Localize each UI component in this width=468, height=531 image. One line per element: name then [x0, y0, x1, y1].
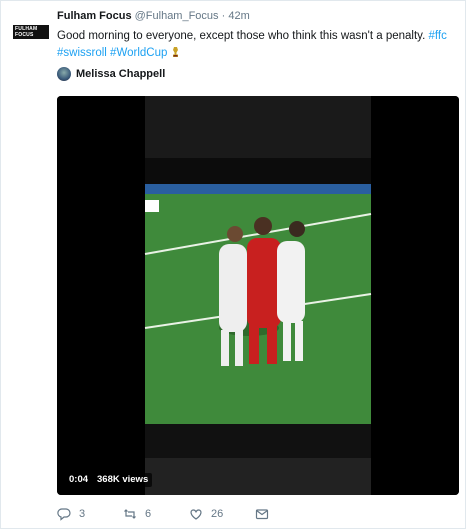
hashtag-worldcup[interactable]: #WorldCup [110, 47, 167, 59]
tweet-actions: 3 6 26 [57, 507, 269, 521]
reply-icon [57, 508, 71, 521]
mentioned-user-name: Melissa Chappell [76, 68, 166, 80]
tweet-body-text: Good morning to everyone, except those w… [57, 30, 426, 42]
video-duration-badge: 0:04 [65, 473, 93, 487]
retweet-icon [124, 509, 136, 519]
hashtag-ffc[interactable]: #ffc [428, 30, 446, 42]
header-separator: · [221, 10, 226, 22]
like-button[interactable]: 26 [189, 507, 255, 521]
reply-count: 3 [79, 508, 86, 520]
avatar-logo-text: FULHAM FOCUS [13, 25, 49, 39]
author-handle[interactable]: @Fulham_Focus [135, 10, 219, 22]
direct-message-button[interactable] [255, 507, 269, 521]
video-player[interactable]: 0:04 368K views [57, 96, 459, 495]
mentioned-user[interactable]: Melissa Chappell [57, 67, 165, 81]
tweet-card[interactable]: FULHAM FOCUS Fulham Focus @Fulham_Focus … [0, 0, 466, 529]
retweet-count: 6 [145, 508, 152, 520]
tweet-timestamp[interactable]: 42m [228, 10, 249, 22]
video-frame [57, 96, 459, 495]
author-name[interactable]: Fulham Focus [57, 10, 132, 22]
retweet-button[interactable]: 6 [123, 507, 189, 521]
heart-icon [190, 509, 202, 520]
reply-button[interactable]: 3 [57, 507, 123, 521]
author-avatar[interactable]: FULHAM FOCUS [13, 25, 49, 39]
mentioned-user-avatar [57, 67, 71, 81]
world-cup-trophy-icon [172, 47, 178, 57]
envelope-icon [255, 509, 269, 520]
tweet-text: Good morning to everyone, except those w… [57, 28, 457, 62]
tweet-header: Fulham Focus @Fulham_Focus · 42m [57, 10, 250, 22]
hashtag-swissroll[interactable]: #swissroll [57, 47, 107, 59]
like-count: 26 [211, 508, 224, 520]
video-views-badge: 368K views [93, 473, 153, 487]
